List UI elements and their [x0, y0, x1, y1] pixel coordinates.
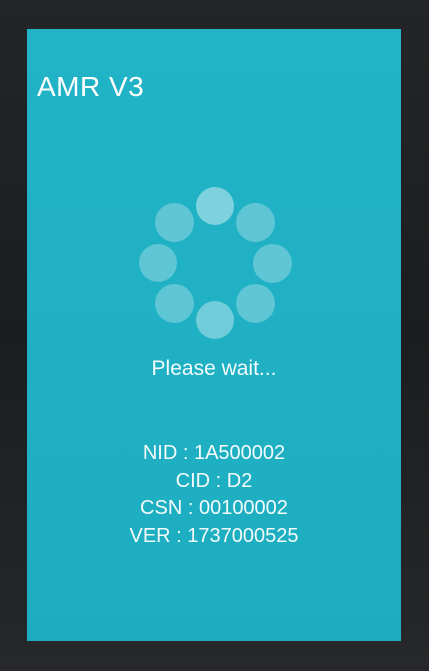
- device-screen: AMR V3 Please wait... NID : 1A500002 CID…: [27, 29, 401, 641]
- spinner-dot: [196, 187, 234, 225]
- status-message: Please wait...: [151, 357, 277, 380]
- csn-label: CSN : 00100002: [140, 497, 288, 519]
- spinner-dot: [253, 244, 292, 283]
- spinner-dot: [155, 203, 194, 242]
- device-info-block: NID : 1A500002 CID : D2 CSN : 00100002 V…: [27, 440, 401, 550]
- spinner-dot: [236, 203, 275, 242]
- device-bezel: AMR V3 Please wait... NID : 1A500002 CID…: [0, 0, 429, 671]
- spinner-dot: [139, 244, 177, 282]
- cid-label: CID : D2: [175, 469, 253, 492]
- nid-label: NID : 1A500002: [142, 442, 286, 464]
- spinner-dot: [155, 284, 194, 323]
- spinner-dot: [196, 301, 234, 339]
- spinner-dot: [236, 284, 275, 323]
- version-label: VER : 1737000525: [129, 524, 299, 547]
